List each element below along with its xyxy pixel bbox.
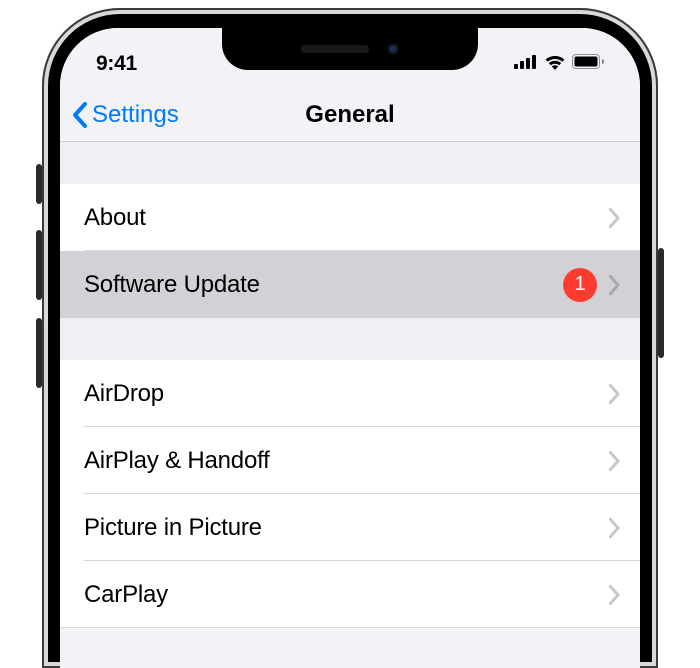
cellular-icon: [514, 55, 538, 74]
notch: [222, 28, 478, 70]
list-group: AirDrop AirPlay & Handoff Pictur: [60, 360, 640, 628]
chevron-right-icon: [609, 451, 620, 471]
row-airplay-handoff[interactable]: AirPlay & Handoff: [60, 427, 640, 494]
group-spacer: [60, 142, 640, 184]
row-picture-in-picture[interactable]: Picture in Picture: [60, 494, 640, 561]
phone-frame: 9:41: [42, 8, 658, 668]
row-airdrop[interactable]: AirDrop: [60, 360, 640, 427]
chevron-right-icon: [609, 384, 620, 404]
status-icons: [514, 54, 604, 75]
battery-icon: [572, 54, 604, 74]
screen: 9:41: [60, 28, 640, 668]
back-label: Settings: [92, 101, 179, 129]
chevron-left-icon: [72, 102, 88, 128]
row-carplay[interactable]: CarPlay: [60, 561, 640, 628]
speaker: [301, 45, 369, 53]
row-about[interactable]: About: [60, 184, 640, 251]
chevron-right-icon: [609, 275, 620, 295]
separator: [60, 627, 640, 628]
row-label: CarPlay: [84, 581, 609, 609]
notification-badge: 1: [563, 268, 597, 302]
chevron-right-icon: [609, 208, 620, 228]
row-label: Software Update: [84, 271, 563, 299]
chevron-right-icon: [609, 518, 620, 538]
row-label: Picture in Picture: [84, 514, 609, 542]
page-title: General: [305, 101, 394, 129]
volume-down-button: [36, 318, 42, 388]
row-label: AirPlay & Handoff: [84, 447, 609, 475]
group-spacer: [60, 318, 640, 360]
row-software-update[interactable]: Software Update 1: [60, 251, 640, 318]
mute-switch: [36, 164, 42, 204]
status-time: 9:41: [96, 52, 137, 76]
list-group: About Software Update 1: [60, 184, 640, 318]
power-button: [658, 248, 664, 358]
chevron-right-icon: [609, 585, 620, 605]
front-camera: [387, 43, 399, 55]
navigation-bar: Settings General: [60, 88, 640, 142]
row-label: AirDrop: [84, 380, 609, 408]
back-button[interactable]: Settings: [60, 101, 179, 129]
row-label: About: [84, 204, 609, 232]
wifi-icon: [544, 54, 566, 75]
volume-up-button: [36, 230, 42, 300]
